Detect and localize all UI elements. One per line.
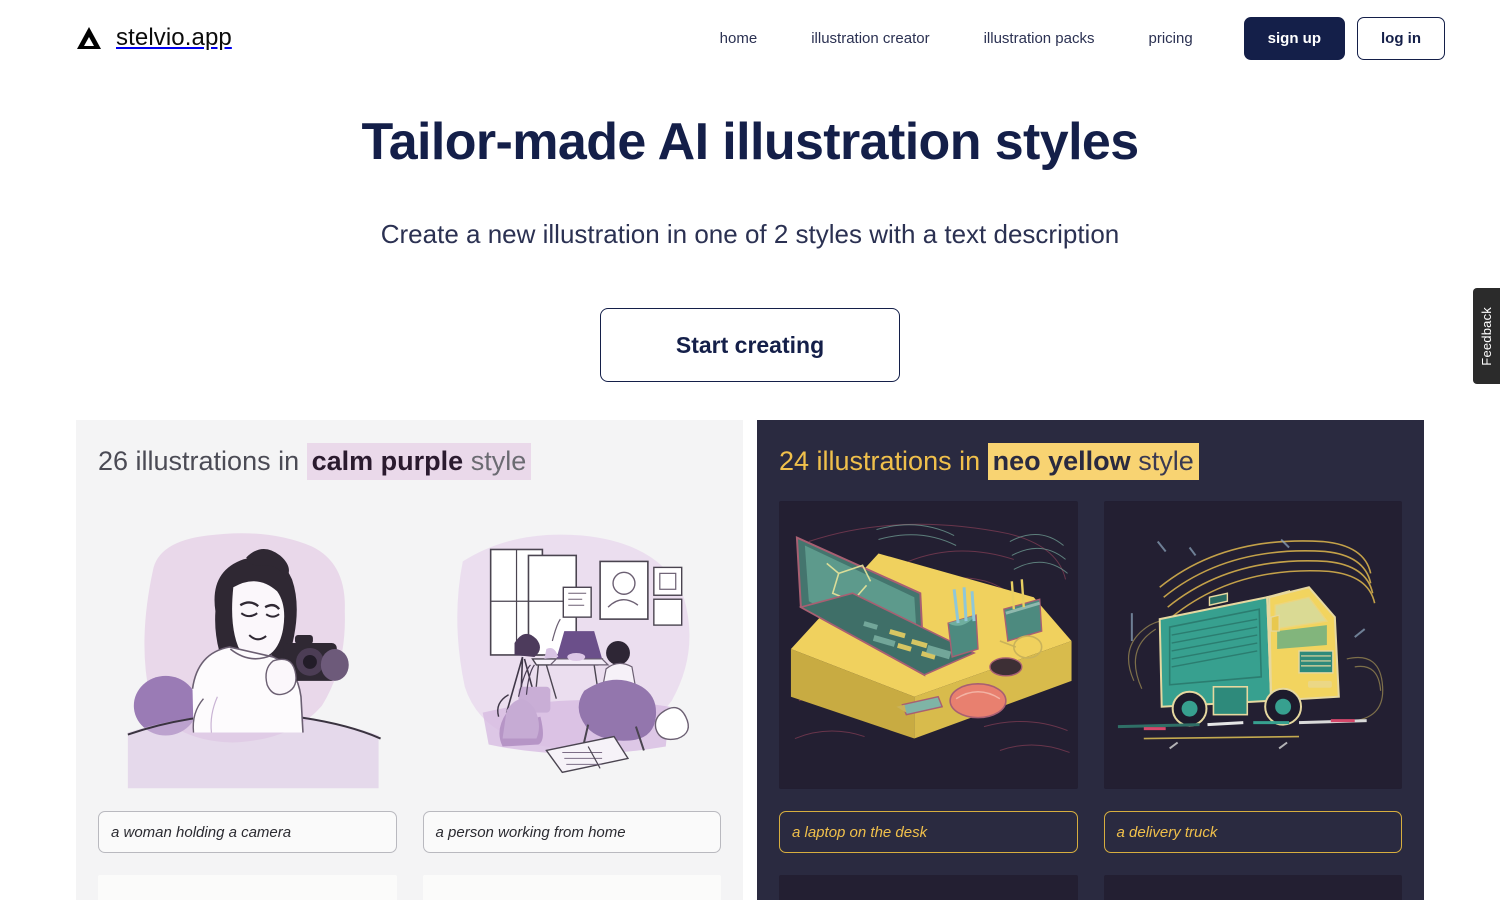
- panel-style-highlight-neo-yellow: neo yellow style: [987, 443, 1199, 480]
- woman-holding-camera-illustration: [98, 501, 397, 789]
- card-caption[interactable]: a person working from home: [422, 811, 721, 853]
- panel-style-highlight-calm-purple: calm purple style: [306, 443, 532, 480]
- illustration-card-partial[interactable]: [98, 875, 397, 900]
- panel-style-name-calm-purple: calm purple: [311, 446, 464, 476]
- card-row: a laptop on the desk a delivery truck: [779, 501, 1402, 853]
- site-header: stelvio.app home illustration creator il…: [0, 0, 1500, 76]
- feedback-tab[interactable]: Feedback: [1473, 288, 1500, 384]
- card-row: a woman holding a camera a person workin…: [98, 501, 721, 853]
- illustration-card[interactable]: a laptop on the desk: [779, 501, 1078, 853]
- illustration-card-partial[interactable]: [422, 875, 721, 900]
- nav-link-illustration-packs[interactable]: illustration packs: [957, 30, 1122, 47]
- delivery-truck-illustration: [1103, 501, 1402, 789]
- sign-up-button[interactable]: sign up: [1243, 16, 1345, 60]
- panel-style-name-neo-yellow: neo yellow: [992, 446, 1131, 476]
- nav-link-illustration-creator[interactable]: illustration creator: [784, 30, 956, 47]
- log-in-button[interactable]: log in: [1357, 16, 1445, 60]
- card-caption[interactable]: a woman holding a camera: [98, 811, 397, 853]
- brand-logo[interactable]: stelvio.app: [76, 24, 232, 52]
- panel-title-calm-purple: 26 illustrations in calm purple style: [98, 443, 721, 480]
- nav-link-pricing[interactable]: pricing: [1121, 30, 1219, 47]
- illustration-card[interactable]: a woman holding a camera: [98, 501, 397, 853]
- illustration-card[interactable]: a person working from home: [422, 501, 721, 853]
- brand-name: stelvio.app: [116, 24, 232, 51]
- hero-section: Tailor-made AI illustration styles Creat…: [0, 112, 1500, 382]
- panel-title-neo-yellow: 24 illustrations in neo yellow style: [779, 443, 1402, 480]
- style-panel-calm-purple: 26 illustrations in calm purple style a …: [76, 420, 743, 900]
- feedback-label: Feedback: [1479, 306, 1494, 366]
- laptop-on-desk-illustration: [779, 501, 1078, 789]
- panel-style-suffix-calm-purple: style: [470, 446, 527, 476]
- main-nav: home illustration creator illustration p…: [702, 16, 1445, 60]
- panel-style-suffix-neo-yellow: style: [1138, 446, 1194, 476]
- style-panel-neo-yellow: 24 illustrations in neo yellow style a l…: [757, 420, 1424, 900]
- person-working-from-home-illustration: [422, 501, 721, 789]
- card-row-next: [779, 875, 1402, 900]
- illustration-card-partial[interactable]: [1103, 875, 1402, 900]
- card-caption[interactable]: a delivery truck: [1103, 811, 1402, 853]
- panel-count-neo-yellow: 24 illustrations in: [779, 446, 981, 476]
- panel-count-calm-purple: 26 illustrations in: [98, 446, 300, 476]
- style-panels: 26 illustrations in calm purple style a …: [0, 420, 1500, 900]
- illustration-card-partial[interactable]: [779, 875, 1078, 900]
- card-caption[interactable]: a laptop on the desk: [779, 811, 1078, 853]
- nav-link-home[interactable]: home: [702, 30, 785, 47]
- hero-subtitle: Create a new illustration in one of 2 st…: [380, 219, 1120, 249]
- page-title: Tailor-made AI illustration styles: [361, 113, 1139, 171]
- illustration-card[interactable]: a delivery truck: [1103, 501, 1402, 853]
- triangle-mountain-icon: [77, 27, 101, 49]
- start-creating-button[interactable]: Start creating: [600, 308, 900, 382]
- card-row-next: [98, 875, 721, 900]
